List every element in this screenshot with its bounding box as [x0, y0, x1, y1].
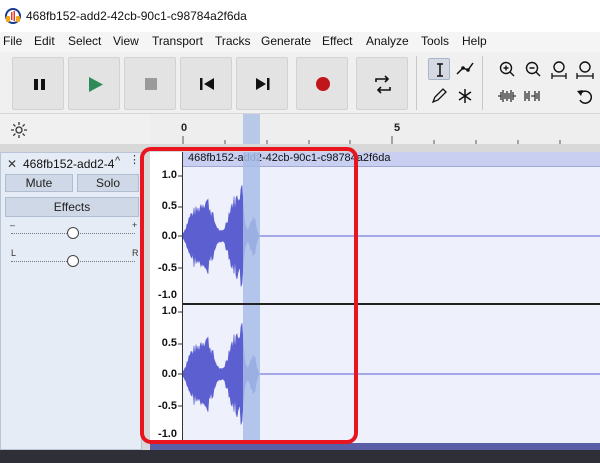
track-bottom-border — [150, 443, 600, 450]
bottom-status-strip — [0, 450, 600, 463]
annotation-highlight-box — [140, 147, 358, 444]
